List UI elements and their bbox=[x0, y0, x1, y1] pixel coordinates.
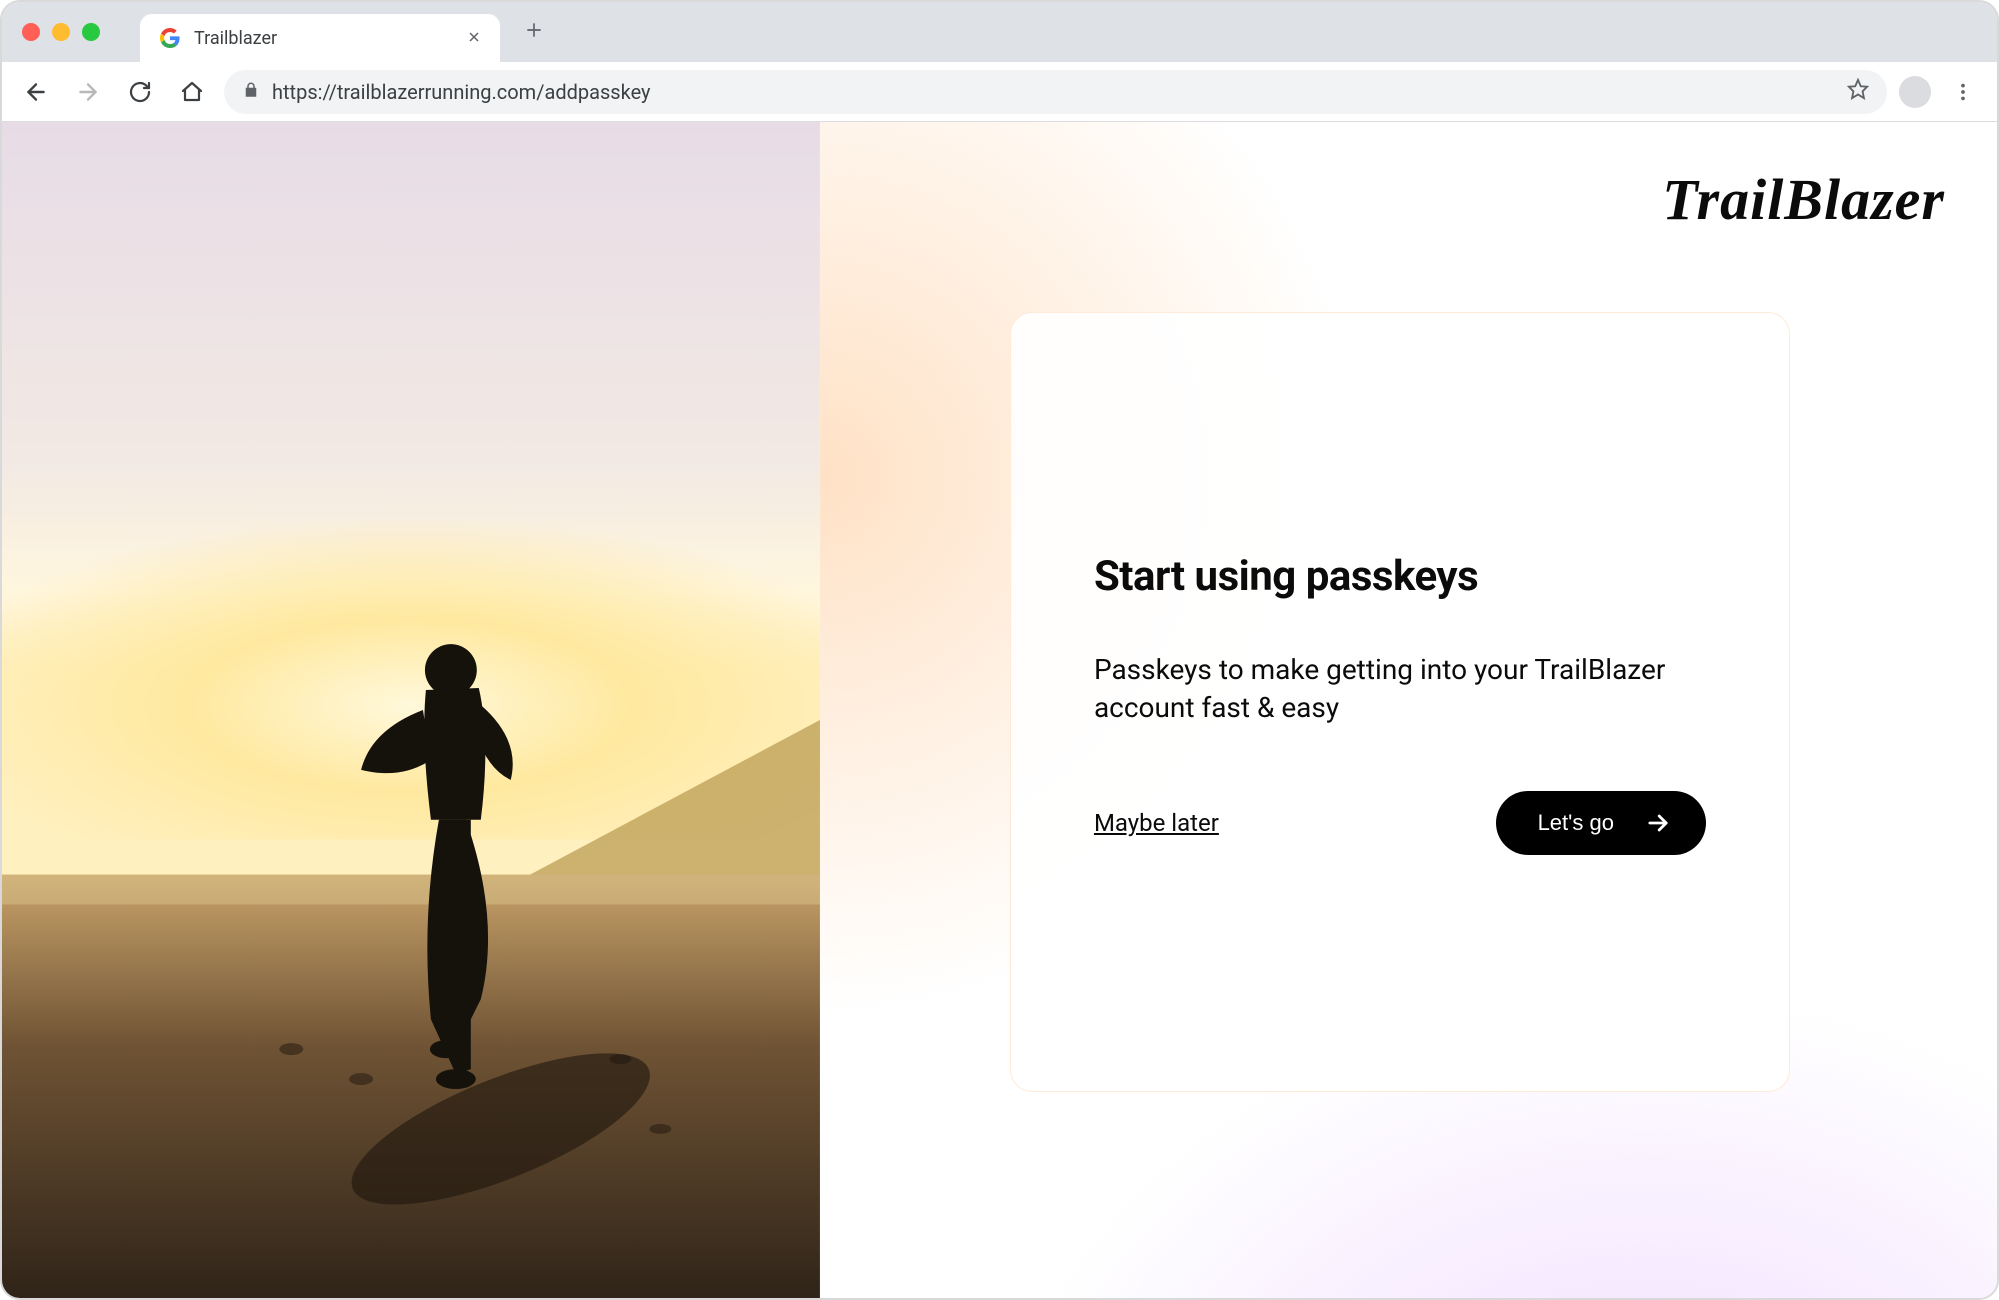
window-minimize-icon[interactable] bbox=[52, 23, 70, 41]
page-content: TrailBlazer Start using passkeys Passkey… bbox=[2, 122, 1997, 1298]
lock-icon bbox=[242, 80, 260, 104]
reload-button[interactable] bbox=[120, 72, 160, 112]
browser-window: Trailblazer https://trailblazerrunning.c… bbox=[0, 0, 1999, 1300]
home-button[interactable] bbox=[172, 72, 212, 112]
window-maximize-icon[interactable] bbox=[82, 23, 100, 41]
new-tab-button[interactable] bbox=[524, 17, 544, 47]
maybe-later-link[interactable]: Maybe later bbox=[1094, 809, 1219, 837]
card-description: Passkeys to make getting into your Trail… bbox=[1094, 651, 1674, 727]
cta-label: Let's go bbox=[1538, 810, 1614, 836]
overflow-menu-icon[interactable] bbox=[1943, 72, 1983, 112]
content-panel: TrailBlazer Start using passkeys Passkey… bbox=[820, 122, 1997, 1298]
card-actions: Maybe later Let's go bbox=[1094, 791, 1706, 855]
hero-image bbox=[2, 122, 820, 1298]
brand-logo: TrailBlazer bbox=[1662, 166, 1945, 233]
toolbar: https://trailblazerrunning.com/addpasske… bbox=[2, 62, 1997, 122]
tab-trailblazer[interactable]: Trailblazer bbox=[140, 14, 500, 62]
lets-go-button[interactable]: Let's go bbox=[1496, 791, 1706, 855]
tab-title: Trailblazer bbox=[194, 28, 454, 49]
bookmark-star-icon[interactable] bbox=[1847, 78, 1869, 105]
back-button[interactable] bbox=[16, 72, 56, 112]
arrow-right-icon bbox=[1644, 809, 1672, 837]
tab-strip: Trailblazer bbox=[2, 2, 1997, 62]
google-favicon-icon bbox=[158, 26, 182, 50]
window-close-icon[interactable] bbox=[22, 23, 40, 41]
url-text: https://trailblazerrunning.com/addpasske… bbox=[272, 80, 651, 104]
profile-avatar[interactable] bbox=[1899, 76, 1931, 108]
tab-close-icon[interactable] bbox=[466, 28, 482, 48]
card-title: Start using passkeys bbox=[1094, 552, 1706, 601]
forward-button[interactable] bbox=[68, 72, 108, 112]
address-bar[interactable]: https://trailblazerrunning.com/addpasske… bbox=[224, 70, 1887, 114]
passkey-card: Start using passkeys Passkeys to make ge… bbox=[1010, 312, 1790, 1092]
window-controls bbox=[22, 23, 100, 41]
